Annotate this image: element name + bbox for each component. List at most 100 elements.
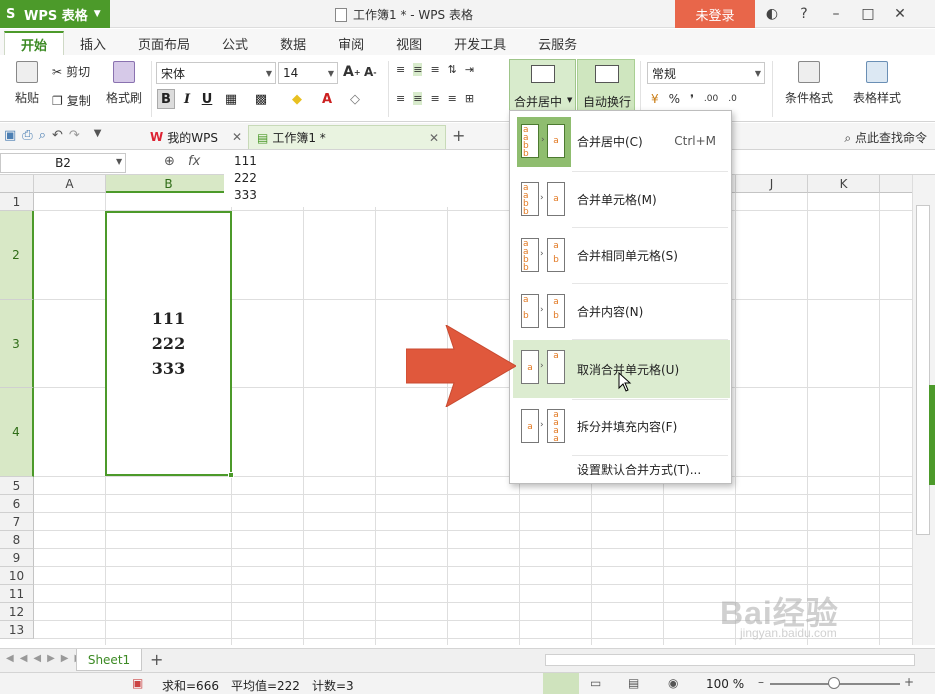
tab-insert[interactable]: 插入 [64,31,122,55]
font-name-select[interactable]: 宋体 ▼ [156,62,276,84]
increase-decimal-icon[interactable]: .00 [704,94,718,104]
menu-item-split-fill[interactable]: a › aaaa 拆分并填充内容(F) [513,399,730,453]
row-header-1[interactable]: 1 [0,193,34,211]
selected-cell-b2[interactable]: 111 222 333 [105,211,232,476]
save-icon[interactable]: ▣ [4,128,16,143]
justify-icon[interactable]: ≡ [448,92,457,105]
skin-icon[interactable]: ◐ [758,6,786,22]
increase-font-button[interactable]: A + [343,64,361,80]
menu-item-merge-content[interactable]: ab › ab 合并内容(N) [513,284,730,338]
maximize-button[interactable]: □ [854,6,882,22]
currency-icon[interactable]: ¥ [651,92,659,106]
login-button[interactable]: 未登录 [675,0,755,28]
text-direction-icon[interactable]: ⇅ [448,63,457,76]
align-top-icon[interactable]: ≡ [396,63,405,76]
normal-view-button[interactable] [543,673,579,694]
find-command-search[interactable]: ⌕ 点此查找命令 [844,129,927,146]
print-icon[interactable]: ⎙ [22,128,32,143]
undo-icon[interactable]: ↶ [52,128,63,143]
name-box[interactable]: B2 [0,153,126,173]
align-left-icon[interactable]: ≡ [396,92,405,105]
column-header-b[interactable]: B [106,175,232,193]
menu-item-merge-cells[interactable]: aabb › a 合并单元格(M) [513,172,730,226]
zoom-slider-knob[interactable] [828,677,840,689]
row-header-4[interactable]: 4 [0,388,34,477]
merge-center-button[interactable]: 合并居中 ▼ [509,59,576,114]
tab-my-wps[interactable]: W 我的WPS ✕ [142,125,250,149]
row-header-11[interactable]: 11 [0,585,34,603]
italic-button[interactable]: I [178,89,196,109]
indent-icon[interactable]: ⇥ [465,63,474,76]
underline-button[interactable]: U [198,89,216,109]
menu-item-merge-center[interactable]: aabb › a 合并居中(C) Ctrl+M [513,114,730,168]
tab-home[interactable]: 开始 [4,31,65,55]
align-bottom-icon[interactable]: ≡ [430,63,439,76]
vertical-scrollbar[interactable] [912,175,935,645]
tab-review[interactable]: 审阅 [322,31,380,55]
cut-button[interactable]: ✂ 剪切 [52,63,90,80]
number-format-select[interactable]: 常规 ▼ [647,62,765,84]
copy-button[interactable]: ❐ 复制 [52,92,91,109]
fill-handle[interactable] [228,472,234,478]
row-header-8[interactable]: 8 [0,531,34,549]
formula-input[interactable]: 111 222 333 [224,153,514,207]
horizontal-scrollbar[interactable] [545,654,915,666]
distributed-icon[interactable]: ⊞ [465,92,474,105]
add-sheet-button[interactable]: + [150,650,163,669]
bold-button[interactable]: B [157,89,175,109]
row-header-7[interactable]: 7 [0,513,34,531]
tab-formulas[interactable]: 公式 [206,31,264,55]
row-header-13[interactable]: 13 [0,621,34,639]
row-header-9[interactable]: 9 [0,549,34,567]
print-preview-icon[interactable]: ⌕ [39,128,46,143]
menu-item-default-setting[interactable]: 设置默认合并方式(T)... [513,455,730,483]
new-tab-button[interactable]: + [452,126,465,145]
row-header-10[interactable]: 10 [0,567,34,585]
minimize-button[interactable]: – [822,6,850,22]
align-middle-icon[interactable]: ≡ [413,63,423,76]
clear-format-button[interactable]: ◇ [346,89,364,109]
zoom-in-button[interactable]: + [904,675,914,689]
decrease-font-button[interactable]: A- [364,65,377,79]
close-button[interactable]: ✕ [886,6,914,22]
close-icon[interactable]: ✕ [429,131,439,145]
row-header-3[interactable]: 3 [0,300,34,388]
zoom-formula-icon[interactable]: ⊕ [164,154,175,169]
tab-data[interactable]: 数据 [264,31,322,55]
page-layout-view-icon[interactable]: ▭ [590,676,601,690]
close-icon[interactable]: ✕ [232,130,242,144]
column-header-a[interactable]: A [34,175,106,193]
column-header-k[interactable]: K [808,175,880,193]
menu-item-merge-same[interactable]: aabb › ab 合并相同单元格(S) [513,228,730,282]
border-button[interactable]: ▦ [222,89,240,109]
side-panel-toggle[interactable] [929,385,935,485]
help-button[interactable]: ? [790,6,818,22]
worksheet-grid[interactable]: A B C D E F G H I J K L 1 2 3 4 5 6 7 8 … [0,175,912,645]
customize-icon[interactable]: ▼ [94,128,102,143]
zoom-out-button[interactable]: – [758,675,764,689]
reading-mode-icon[interactable]: ◉ [668,676,678,690]
column-header-j[interactable]: J [736,175,808,193]
app-menu-button[interactable]: S WPS 表格 ▼ [0,0,110,28]
conditional-format-button[interactable]: 条件格式 [778,61,840,106]
row-header-2[interactable]: 2 [0,211,34,300]
decrease-decimal-icon[interactable]: .0 [728,94,737,104]
fill-color-button[interactable]: ◆ [288,89,306,109]
page-break-view-icon[interactable]: ▤ [628,676,639,690]
zoom-level[interactable]: 100 % [706,677,744,691]
column-header-l[interactable]: L [880,175,912,193]
comma-button[interactable]: ❜ [690,92,694,106]
wrap-text-button[interactable]: 自动换行 [577,59,635,114]
format-painter-button[interactable]: 格式刷 [104,61,144,106]
tab-workbook1[interactable]: ▤ 工作簿1 * ✕ [248,125,446,149]
font-size-select[interactable]: 14 ▼ [278,62,338,84]
font-color-button[interactable]: A [318,89,336,109]
sheet-tab-sheet1[interactable]: Sheet1 [76,649,142,671]
row-header-5[interactable]: 5 [0,477,34,495]
scrollbar-thumb[interactable] [916,205,930,535]
tab-cloud[interactable]: 云服务 [522,31,593,55]
row-header-12[interactable]: 12 [0,603,34,621]
align-center-icon[interactable]: ≡ [413,92,423,105]
redo-icon[interactable]: ↷ [69,128,80,143]
percent-button[interactable]: % [669,92,680,106]
